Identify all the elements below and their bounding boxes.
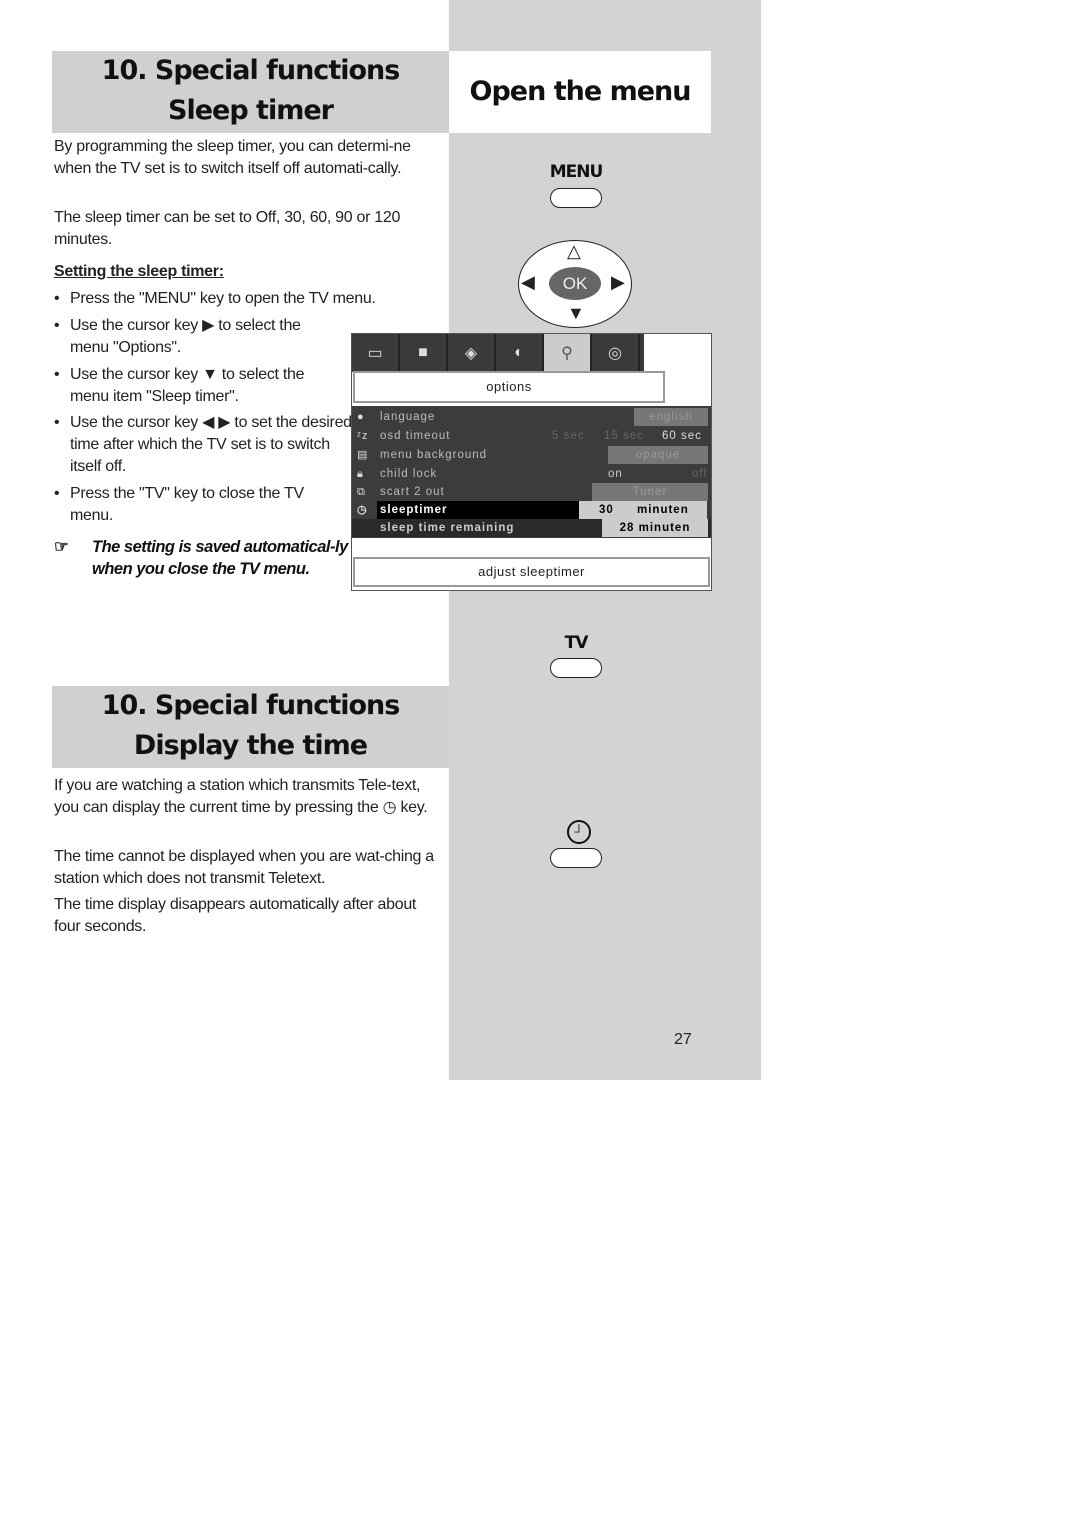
up-arrow-icon[interactable]: △ (567, 241, 581, 262)
format-icon[interactable]: ◈ (448, 334, 496, 372)
background-icon: ▤ (357, 449, 369, 461)
intro-text: By programming the sleep timer, you can … (54, 138, 411, 177)
tv-key-label: TV (564, 633, 589, 653)
tv-options-menu: ▭ ■ ◈ ◐ ⚲ ◎ options ● language english ᶻz o… (351, 333, 712, 591)
menu-footer: adjust sleeptimer (353, 557, 710, 587)
left-arrow-icon[interactable]: ◀ (521, 272, 535, 293)
note: ☞ The setting is saved automatical-ly wh… (54, 538, 348, 578)
time-paragraph-2: The time cannot be displayed when you ar… (54, 848, 434, 887)
clock-icon: ◷ (357, 504, 368, 516)
down-arrow-icon[interactable]: ▼ (567, 303, 585, 324)
time-paragraph-1: If you are watching a station which tran… (54, 777, 428, 816)
options-icon[interactable]: ⚲ (544, 334, 592, 372)
row-scart-2-out[interactable]: ⧉ scart 2 out Tuner (352, 483, 711, 501)
row-sleep-time-remaining: sleep time remaining 28 minuten (352, 519, 711, 537)
row-sleeptimer[interactable]: ◷ sleeptimer 30 minuten (352, 501, 711, 519)
clock-key-button[interactable] (550, 848, 602, 868)
options-text: The sleep timer can be set to Off, 30, 6… (54, 209, 401, 248)
page-number: 27 (674, 1031, 692, 1048)
clock-icon: ◷ (382, 799, 397, 816)
tv-key-button[interactable] (550, 658, 602, 678)
open-menu-heading: Open the menu (449, 51, 711, 133)
step-3: • Use the cursor key ▼ to select the menu… (54, 366, 305, 405)
heading-line1: 10. Special functions (101, 55, 401, 86)
scart-icon: ⧉ (357, 486, 366, 498)
row-osd-timeout[interactable]: ᶻz osd timeout 5 sec 15 sec 60 sec (352, 427, 711, 445)
menu-key-label: MENU (549, 162, 604, 182)
clock-key-icon: ┘ (567, 820, 591, 844)
menu-rows: ● language english ᶻz osd timeout 5 sec 15 se… (352, 406, 711, 538)
step-1: • Press the "MENU" key to open the TV men… (54, 290, 376, 307)
sleep-z-icon: ᶻz (357, 430, 369, 442)
heading-line1: 10. Special functions (101, 690, 401, 721)
picture-in-picture-icon[interactable]: ▭ (352, 334, 400, 372)
lock-icon: 🔒︎ (357, 468, 364, 480)
cursor-pad[interactable]: △ ▼ ◀ ▶ OK (518, 240, 632, 328)
time-paragraph-3: The time display disappears automaticall… (54, 896, 417, 935)
globe-icon: ● (357, 411, 365, 423)
sleep-timer-heading: 10. Special functions Sleep timer (52, 51, 449, 133)
heading-line2: Sleep timer (168, 95, 334, 126)
picture-icon[interactable]: ■ (400, 334, 448, 372)
menu-key-button[interactable] (550, 188, 602, 208)
menu-title: options (353, 371, 665, 403)
row-language[interactable]: ● language english (352, 408, 711, 426)
ok-button[interactable]: OK (549, 267, 601, 300)
display-time-heading: 10. Special functions Display the time (52, 686, 449, 768)
right-arrow-icon[interactable]: ▶ (611, 272, 625, 293)
heading-line2: Display the time (133, 730, 368, 761)
row-menu-background[interactable]: ▤ menu background opaque (352, 446, 711, 464)
menu-tabs: ▭ ■ ◈ ◐ ⚲ ◎ (352, 334, 644, 372)
step-5: • Press the "TV" key to close the TV menu… (54, 485, 304, 524)
pointing-hand-icon: ☞ (54, 538, 69, 556)
subheading: Setting the sleep timer: (54, 263, 224, 280)
step-4: • Use the cursor key ◀ ▶ to set the desir… (54, 414, 352, 475)
step-2: • Use the cursor key ▶ to select the menu… (54, 317, 301, 356)
channels-icon[interactable]: ◎ (592, 334, 640, 372)
sound-icon[interactable]: ◐ (496, 334, 544, 372)
row-child-lock[interactable]: 🔒︎ child lock on off (352, 465, 711, 483)
